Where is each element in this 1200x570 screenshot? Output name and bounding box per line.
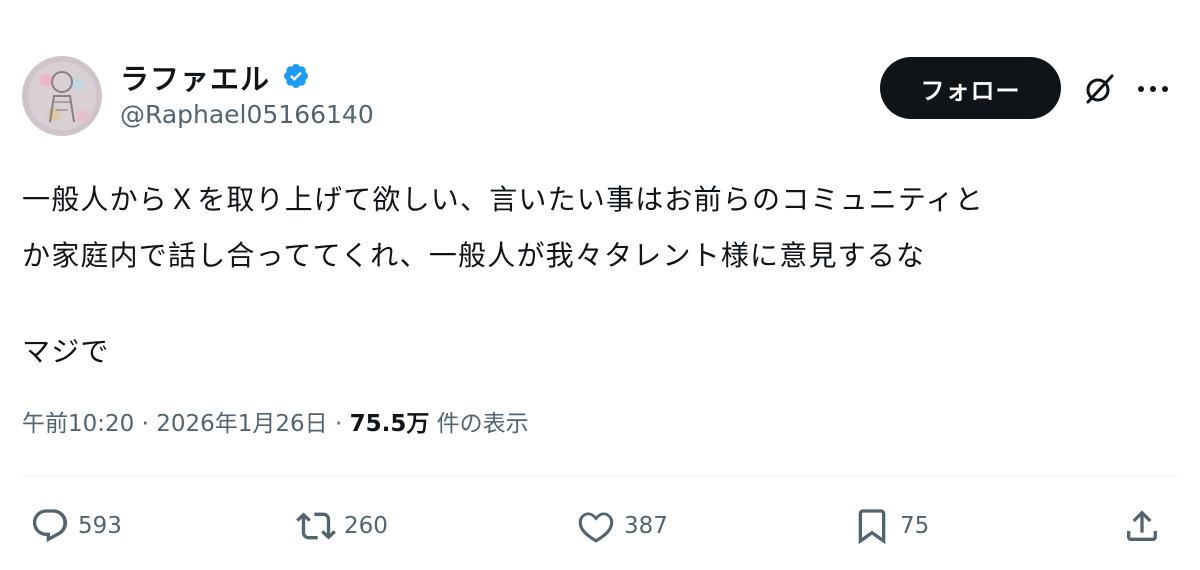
like-button[interactable]: 387 bbox=[576, 504, 668, 548]
tweet-line: か家庭内で話し合っててくれ、一般人が我々タレント様に意見するな bbox=[22, 239, 926, 272]
tweet-date[interactable]: 2026年1月26日 bbox=[156, 411, 327, 437]
share-button[interactable] bbox=[1122, 504, 1162, 548]
verified-badge-icon bbox=[284, 64, 308, 88]
reply-count: 593 bbox=[78, 513, 122, 539]
retweet-count: 260 bbox=[344, 513, 388, 539]
meta-separator: · bbox=[134, 411, 157, 437]
tweet-meta: 午前10:20 · 2026年1月26日 · 75.5万 件の表示 bbox=[22, 404, 529, 438]
bookmark-button[interactable]: 75 bbox=[852, 504, 929, 548]
tweet-time[interactable]: 午前10:20 bbox=[22, 411, 134, 437]
tweet-line: 一般人からＸを取り上げて欲しい、言いたい事はお前らのコミュニティと bbox=[22, 183, 984, 216]
view-count[interactable]: 75.5万 bbox=[350, 411, 430, 437]
tweet-line: マジで bbox=[22, 335, 110, 368]
avatar[interactable] bbox=[22, 56, 102, 136]
view-count-label: 件の表示 bbox=[429, 411, 529, 437]
bookmark-icon bbox=[858, 509, 886, 545]
retweet-icon bbox=[296, 512, 336, 540]
like-icon bbox=[578, 512, 614, 543]
tweet-card: ラファエル @Raphael05166140 フォロー 一般人からＸを取り上げて… bbox=[0, 0, 1200, 570]
tweet-text: 一般人からＸを取り上げて欲しい、言いたい事はお前らのコミュニティと か家庭内で話… bbox=[22, 172, 1182, 380]
divider bbox=[22, 476, 1178, 477]
meta-separator: · bbox=[327, 411, 350, 437]
retweet-button[interactable]: 260 bbox=[296, 504, 388, 548]
reply-icon bbox=[32, 509, 68, 543]
share-icon bbox=[1127, 510, 1157, 541]
bookmark-count: 75 bbox=[900, 513, 930, 539]
user-handle[interactable]: @Raphael05166140 bbox=[120, 100, 374, 129]
reply-button[interactable]: 593 bbox=[30, 504, 122, 548]
display-name[interactable]: ラファエル bbox=[120, 56, 270, 98]
more-icon[interactable] bbox=[1136, 84, 1170, 94]
avatar-figure-icon bbox=[49, 71, 75, 123]
grok-icon[interactable] bbox=[1082, 72, 1116, 106]
like-count: 387 bbox=[624, 513, 668, 539]
follow-button[interactable]: フォロー bbox=[880, 57, 1061, 119]
